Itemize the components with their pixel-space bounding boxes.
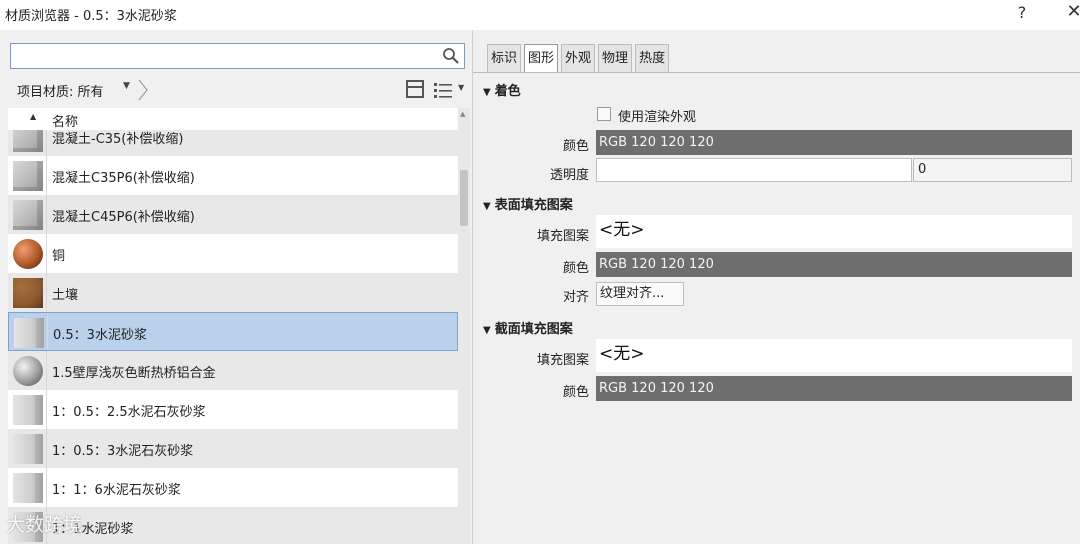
section-surface-title: 表面填充图案 xyxy=(494,198,573,213)
breadcrumb-arrow-icon xyxy=(138,79,148,101)
list-item[interactable]: 混凝土C35P6(补偿收缩) xyxy=(8,156,458,195)
list-item-label: 铜 xyxy=(52,249,66,264)
texture-align-button[interactable]: 纹理对齐... xyxy=(596,282,684,306)
row-divider xyxy=(46,468,47,507)
window-title: 材质浏览器 - 0.5：3水泥砂浆 xyxy=(5,9,177,24)
use-render-appearance-label: 使用渲染外观 xyxy=(618,110,697,125)
tab-0[interactable]: 标识 xyxy=(487,44,522,72)
list-item-label: 1：0.5：3水泥石灰砂浆 xyxy=(52,444,194,459)
concrete-thumbnail xyxy=(13,161,43,191)
section-shading-header[interactable]: ▼ 着色 xyxy=(483,80,521,99)
collapse-triangle-icon[interactable]: ▼ xyxy=(483,201,491,212)
row-divider xyxy=(46,429,47,468)
search-input[interactable] xyxy=(14,45,434,67)
shading-color-label: 颜色 xyxy=(562,139,589,154)
row-divider xyxy=(46,130,47,156)
row-divider xyxy=(46,273,47,312)
search-icon[interactable] xyxy=(442,47,460,65)
material-list: 混凝土-C35(补偿收缩) 混凝土C35P6(补偿收缩) 混凝土C45P6(补偿收缩… xyxy=(8,130,458,544)
scroll-thumb[interactable] xyxy=(460,170,468,226)
list-item[interactable]: 0.5：3水泥砂浆 xyxy=(8,312,458,351)
list-item-label: 1.5壁厚浅灰色断热桥铝合金 xyxy=(52,366,216,381)
watermark: 大数跨境 xyxy=(6,514,83,536)
tab-1[interactable]: 图形 xyxy=(524,44,559,72)
material-list-panel: 项目材质: 所有 ▼ ▼ ▲ 名称 混凝土-C35(补偿收缩) 混凝土C35P6(… xyxy=(0,30,472,544)
tab-2[interactable]: 外观 xyxy=(561,44,596,72)
list-item[interactable]: 铜 xyxy=(8,234,458,273)
surface-pattern-label: 填充图案 xyxy=(536,229,589,244)
row-divider xyxy=(46,234,47,273)
collapse-triangle-icon[interactable]: ▼ xyxy=(483,87,491,98)
tab-divider xyxy=(473,72,1080,73)
list-item[interactable]: 1：0.5：2.5水泥石灰砂浆 xyxy=(8,390,458,429)
tab-bar: 标识 图形 外观 物理 热度 xyxy=(487,44,672,72)
concrete-thumbnail xyxy=(13,130,43,152)
surface-color-swatch[interactable]: RGB 120 120 120 xyxy=(596,252,1072,277)
transparency-value-field[interactable]: 0 xyxy=(913,158,1072,182)
list-view-icon[interactable] xyxy=(432,80,456,100)
transparency-slider[interactable] xyxy=(596,158,912,182)
row-divider xyxy=(46,195,47,234)
list-item-label: 1：0.5：2.5水泥石灰砂浆 xyxy=(52,405,206,420)
list-item[interactable]: 1：1：6水泥石灰砂浆 xyxy=(8,468,458,507)
section-shading-title: 着色 xyxy=(494,84,521,99)
list-item[interactable]: 土壤 xyxy=(8,273,458,312)
section-cut-title: 截面填充图案 xyxy=(494,322,573,337)
soil-thumbnail xyxy=(13,278,43,308)
row-divider xyxy=(46,351,47,390)
surface-align-label: 对齐 xyxy=(562,290,589,305)
tab-4[interactable]: 热度 xyxy=(635,44,670,72)
help-button[interactable]: ? xyxy=(1010,3,1034,22)
list-item[interactable]: 混凝土-C35(补偿收缩) xyxy=(8,130,458,156)
sort-ascending-icon[interactable]: ▲ xyxy=(30,112,36,121)
view-options-chevron-icon[interactable]: ▼ xyxy=(458,83,464,92)
cut-color-swatch[interactable]: RGB 120 120 120 xyxy=(596,376,1072,401)
cut-pattern-label: 填充图案 xyxy=(536,353,589,368)
mortar-thumbnail xyxy=(13,473,43,503)
concrete-thumbnail xyxy=(13,200,43,230)
list-item[interactable]: 混凝土C45P6(补偿收缩) xyxy=(8,195,458,234)
section-cut-header[interactable]: ▼ 截面填充图案 xyxy=(483,318,573,337)
toggle-panel-icon[interactable] xyxy=(406,80,424,98)
surface-pattern-field[interactable]: <无> xyxy=(596,215,1072,248)
cut-pattern-field[interactable]: <无> xyxy=(596,339,1072,372)
section-surface-header[interactable]: ▼ 表面填充图案 xyxy=(483,194,573,213)
search-field[interactable] xyxy=(10,43,465,69)
row-divider xyxy=(46,390,47,429)
grey-sphere-thumbnail xyxy=(13,356,43,386)
list-item-label: 土壤 xyxy=(52,288,79,303)
mortar-thumbnail xyxy=(13,434,43,464)
shading-color-swatch[interactable]: RGB 120 120 120 xyxy=(596,130,1072,155)
list-scrollbar[interactable]: ▲ xyxy=(458,108,470,544)
row-divider xyxy=(47,313,48,350)
list-item[interactable]: 1：0.5：3水泥石灰砂浆 xyxy=(8,429,458,468)
scroll-up-icon[interactable]: ▲ xyxy=(460,110,465,118)
tab-3[interactable]: 物理 xyxy=(598,44,633,72)
list-item[interactable]: 1.5壁厚浅灰色断热桥铝合金 xyxy=(8,351,458,390)
mortar-thumbnail xyxy=(14,318,44,348)
mortar-thumbnail xyxy=(13,395,43,425)
collapse-triangle-icon[interactable]: ▼ xyxy=(483,325,491,336)
chevron-down-icon[interactable]: ▼ xyxy=(123,81,130,91)
row-divider xyxy=(46,156,47,195)
list-item-label: 混凝土C35P6(补偿收缩) xyxy=(52,171,195,186)
list-item-label: 0.5：3水泥砂浆 xyxy=(53,328,147,343)
filter-bar: 项目材质: 所有 ▼ ▼ xyxy=(8,78,470,102)
title-bar: 材质浏览器 - 0.5：3水泥砂浆 ? ✕ xyxy=(0,0,1080,30)
list-item-label: 混凝土C45P6(补偿收缩) xyxy=(52,210,195,225)
use-render-appearance-checkbox[interactable] xyxy=(597,107,611,121)
filter-dropdown[interactable]: 项目材质: 所有 xyxy=(17,81,104,100)
column-header-name[interactable]: 名称 xyxy=(52,111,78,130)
copper-sphere-thumbnail xyxy=(13,239,43,269)
cut-color-label: 颜色 xyxy=(562,385,589,400)
close-icon[interactable]: ✕ xyxy=(1062,1,1080,22)
list-item-label: 混凝土-C35(补偿收缩) xyxy=(52,132,184,147)
list-header: ▲ 名称 xyxy=(8,108,458,130)
surface-color-label: 颜色 xyxy=(562,261,589,276)
transparency-label: 透明度 xyxy=(549,168,589,183)
properties-panel: 标识 图形 外观 物理 热度 ▼ 着色 使用渲染外观 颜色 RGB 120 120 120… xyxy=(472,30,1080,544)
list-item-label: 1：1：6水泥石灰砂浆 xyxy=(52,483,181,498)
